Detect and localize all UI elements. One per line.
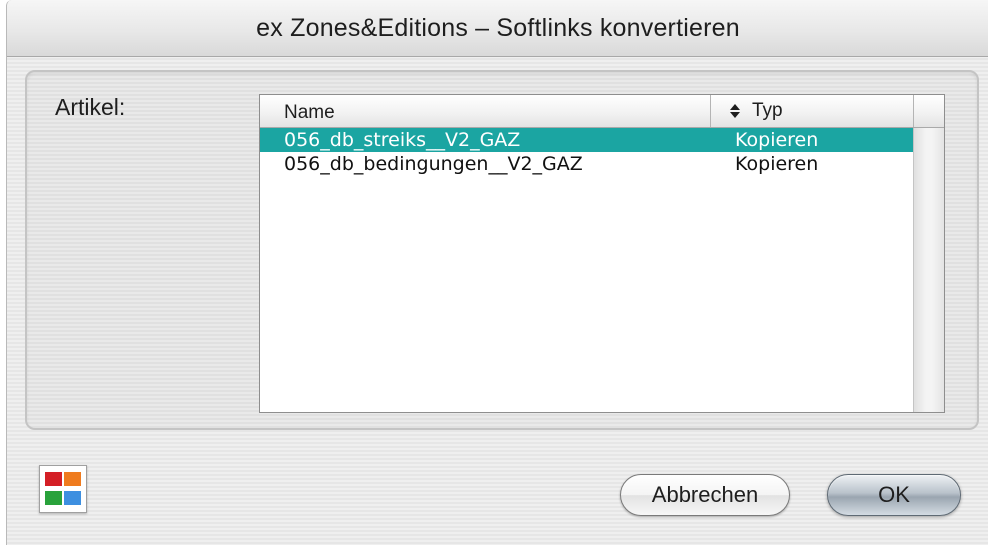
row-name-cell: 056_db_bedingungen__V2_GAZ — [284, 153, 583, 175]
list-row[interactable]: 056_db_bedingungen__V2_GAZ Kopieren — [260, 152, 914, 176]
orange-square-icon — [64, 472, 81, 486]
articles-list[interactable]: Name Typ 056_db_streiks__V2_GAZ Kopieren… — [259, 94, 945, 413]
row-typ-cell[interactable]: Kopieren — [735, 153, 818, 175]
list-row[interactable]: 056_db_streiks__V2_GAZ Kopieren — [260, 128, 914, 152]
vertical-scrollbar[interactable] — [913, 128, 944, 412]
red-square-icon — [45, 472, 62, 486]
sort-arrows-icon[interactable] — [730, 102, 740, 120]
row-typ-cell[interactable]: Kopieren — [735, 129, 818, 151]
dialog-window: ex Zones&Editions – Softlinks konvertier… — [6, 0, 988, 545]
cancel-button[interactable]: Abbrechen — [620, 474, 790, 516]
row-name-cell: 056_db_streiks__V2_GAZ — [284, 129, 521, 151]
list-header: Name Typ — [260, 95, 944, 128]
blue-square-icon — [64, 491, 81, 505]
ok-button[interactable]: OK — [827, 474, 961, 516]
list-rows: 056_db_streiks__V2_GAZ Kopieren 056_db_b… — [260, 128, 914, 176]
artikel-label: Artikel: — [55, 94, 126, 120]
window-title: ex Zones&Editions – Softlinks konvertier… — [256, 13, 740, 42]
column-separator[interactable] — [710, 95, 711, 127]
articles-group-box: Artikel: Name Typ 056_db_streiks__V2_GAZ… — [25, 70, 979, 430]
column-header-name[interactable]: Name — [284, 102, 335, 124]
four-color-grid-icon[interactable] — [39, 465, 87, 513]
green-square-icon — [45, 491, 62, 505]
column-header-typ-label: Typ — [752, 100, 783, 121]
column-header-typ[interactable]: Typ — [730, 100, 783, 122]
title-bar[interactable]: ex Zones&Editions – Softlinks konvertier… — [7, 0, 988, 57]
header-corner — [913, 95, 944, 127]
